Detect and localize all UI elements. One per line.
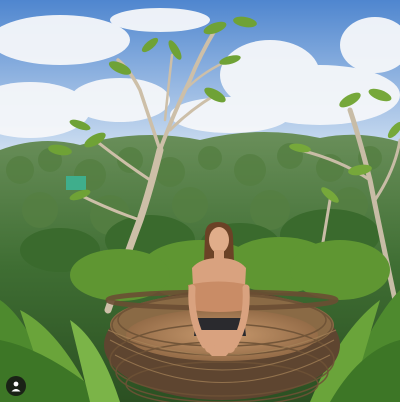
person-icon: [11, 381, 21, 392]
photo-scene: [0, 0, 400, 402]
photo: [0, 0, 400, 402]
user-avatar-icon[interactable]: [6, 376, 26, 396]
green-tent: [66, 176, 86, 190]
